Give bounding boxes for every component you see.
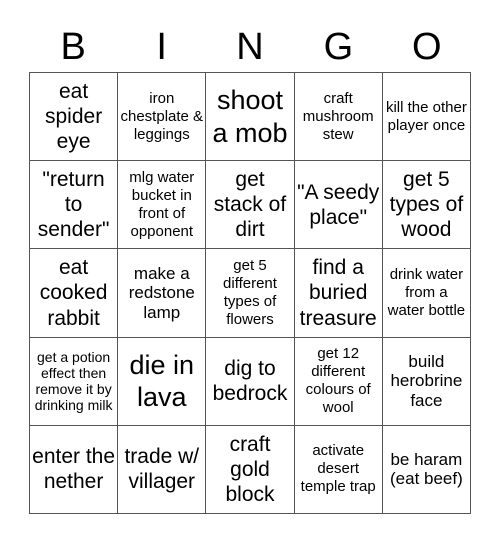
bingo-cell[interactable]: activate desert temple trap xyxy=(294,425,383,514)
bingo-cell[interactable]: build herobrine face xyxy=(382,337,471,426)
bingo-cell-text: build herobrine face xyxy=(390,351,463,410)
bingo-cell[interactable]: make a redstone lamp xyxy=(118,249,207,338)
bingo-cell-text: "A seedy place" xyxy=(297,180,380,229)
bingo-cell[interactable]: kill the other player once xyxy=(382,73,471,162)
bingo-cell-text: get 12 different colours of wool xyxy=(305,345,371,417)
bingo-cell[interactable]: get 5 types of wood xyxy=(382,161,471,250)
bingo-cell[interactable]: "A seedy place" xyxy=(294,161,383,250)
bingo-cell[interactable]: "return to sender" xyxy=(30,161,119,250)
bingo-cell-text: eat spider eye xyxy=(44,79,103,154)
bingo-cell[interactable]: trade w/ villager xyxy=(118,425,207,514)
bingo-cell-text: make a redstone lamp xyxy=(128,263,195,322)
bingo-cell[interactable]: iron chestplate & leggings xyxy=(118,73,207,162)
bingo-header: B I N G O xyxy=(29,22,471,72)
bingo-cell-text: craft mushroom stew xyxy=(302,89,374,143)
bingo-cell[interactable]: craft gold block xyxy=(206,425,295,514)
bingo-cell-text: dig to bedrock xyxy=(212,357,288,406)
header-letter-n: N xyxy=(236,26,264,68)
bingo-cell[interactable]: get 12 different colours of wool xyxy=(294,337,383,426)
bingo-cell-text: iron chestplate & leggings xyxy=(120,89,204,143)
bingo-cell-text: kill the other player once xyxy=(385,98,467,134)
bingo-cell[interactable]: eat cooked rabbit xyxy=(30,249,119,338)
bingo-cell[interactable]: eat spider eye xyxy=(30,73,119,162)
bingo-cell-text: "return to sender" xyxy=(37,168,110,242)
bingo-cell-text: mlg water bucket in front of opponent xyxy=(129,168,195,240)
bingo-cell[interactable]: be haram (eat beef) xyxy=(382,425,471,514)
bingo-cell[interactable]: shoot a mob xyxy=(206,73,295,162)
bingo-cell-text: get stack of dirt xyxy=(213,168,287,242)
header-letter-o: O xyxy=(412,26,442,68)
bingo-cell-text: find a buried treasure xyxy=(299,256,377,330)
bingo-cell-text: be haram (eat beef) xyxy=(390,449,463,489)
bingo-cell-text: enter the nether xyxy=(32,445,116,494)
bingo-cell-text: get a potion effect then remove it by dr… xyxy=(34,349,113,414)
bingo-cell[interactable]: find a buried treasure xyxy=(294,249,383,338)
bingo-cell[interactable]: get 5 different types of flowers xyxy=(206,249,295,338)
bingo-cell-text: drink water from a water bottle xyxy=(387,265,466,319)
bingo-cell[interactable]: mlg water bucket in front of opponent xyxy=(118,161,207,250)
bingo-cell[interactable]: enter the nether xyxy=(30,425,119,514)
header-letter-i: I xyxy=(156,26,167,68)
bingo-cell-text: activate desert temple trap xyxy=(300,442,376,496)
bingo-cell-text: eat cooked rabbit xyxy=(39,256,108,330)
bingo-cell[interactable]: get stack of dirt xyxy=(206,161,295,250)
bingo-grid: eat spider eye iron chestplate & leggings… xyxy=(29,72,471,514)
bingo-cell[interactable]: die in lava xyxy=(118,337,207,426)
bingo-cell-text: get 5 types of wood xyxy=(389,168,464,242)
bingo-cell[interactable]: drink water from a water bottle xyxy=(382,249,471,338)
bingo-cell-text: die in lava xyxy=(129,349,195,413)
bingo-cell[interactable]: dig to bedrock xyxy=(206,337,295,426)
bingo-cell-text: craft gold block xyxy=(225,432,275,506)
header-letter-b: B xyxy=(60,26,86,68)
bingo-cell[interactable]: craft mushroom stew xyxy=(294,73,383,162)
header-letter-g: G xyxy=(323,26,354,68)
bingo-cell-text: shoot a mob xyxy=(212,85,288,148)
bingo-cell-text: trade w/ villager xyxy=(124,445,200,494)
bingo-cell-text: get 5 different types of flowers xyxy=(223,256,277,328)
bingo-cell[interactable]: get a potion effect then remove it by dr… xyxy=(30,337,119,426)
